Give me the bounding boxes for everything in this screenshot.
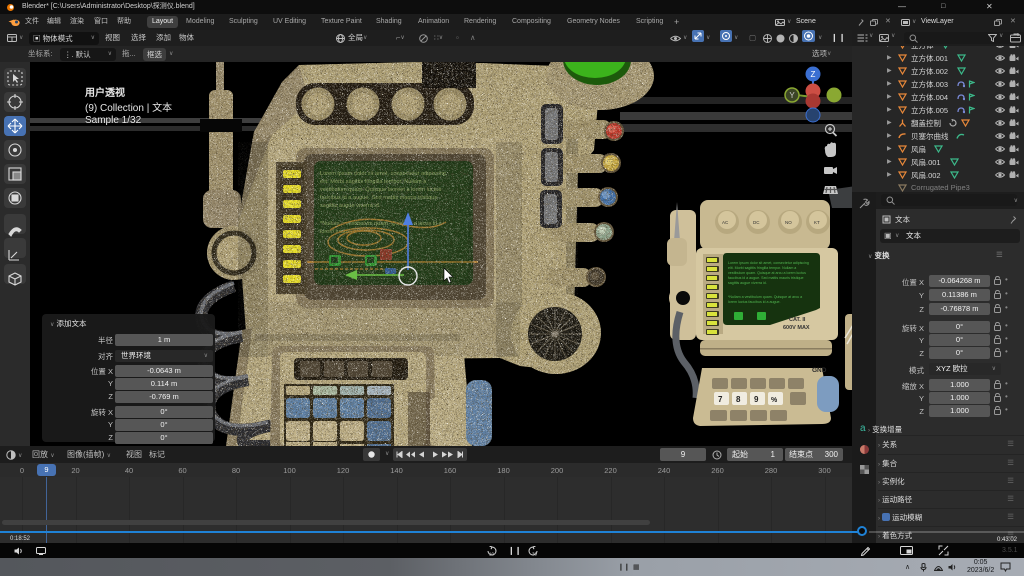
svg-text:9: 9 [754,395,759,404]
svg-text:faucibus id a augue. Sed matti: faucibus id a augue. Sed mattis mauris t… [728,276,804,280]
svg-text:30: 30 [532,552,538,557]
svg-text:Y: Y [789,91,795,100]
svg-text:7: 7 [718,395,723,404]
svg-text:Lorem ipsum dolor sit amet, co: Lorem ipsum dolor sit amet, consectetur … [728,261,809,265]
svg-text:sagittis augue viverra id.: sagittis augue viverra id. [728,281,767,285]
svg-text:AC: AC [722,220,729,225]
svg-text:8: 8 [736,395,741,404]
svg-text:10: 10 [489,552,495,557]
svg-text:lorem luctus faucibus id a aug: lorem luctus faucibus id a augue. [728,300,781,304]
svg-text:*Nullam a vestibulum quam. Qui: *Nullam a vestibulum quam. Quisque at ar… [728,295,802,299]
svg-text:%: % [771,397,778,404]
svg-text:Z: Z [811,70,816,79]
svg-text:600V MAX: 600V MAX [783,325,810,331]
svg-text:vestibulum quam. Quisque at ar: vestibulum quam. Quisque at arcu a lorem… [728,271,806,275]
svg-text:DC: DC [753,220,760,225]
svg-text:CAT. II: CAT. II [789,317,806,323]
svg-text:a: a [860,423,866,433]
svg-text:KT: KT [814,220,820,225]
svg-text:elit. Morbi sagittis fringilla: elit. Morbi sagittis fringilla tempor. N… [728,266,796,270]
svg-text:NO: NO [785,220,792,225]
svg-text:GND: GND [812,367,827,374]
